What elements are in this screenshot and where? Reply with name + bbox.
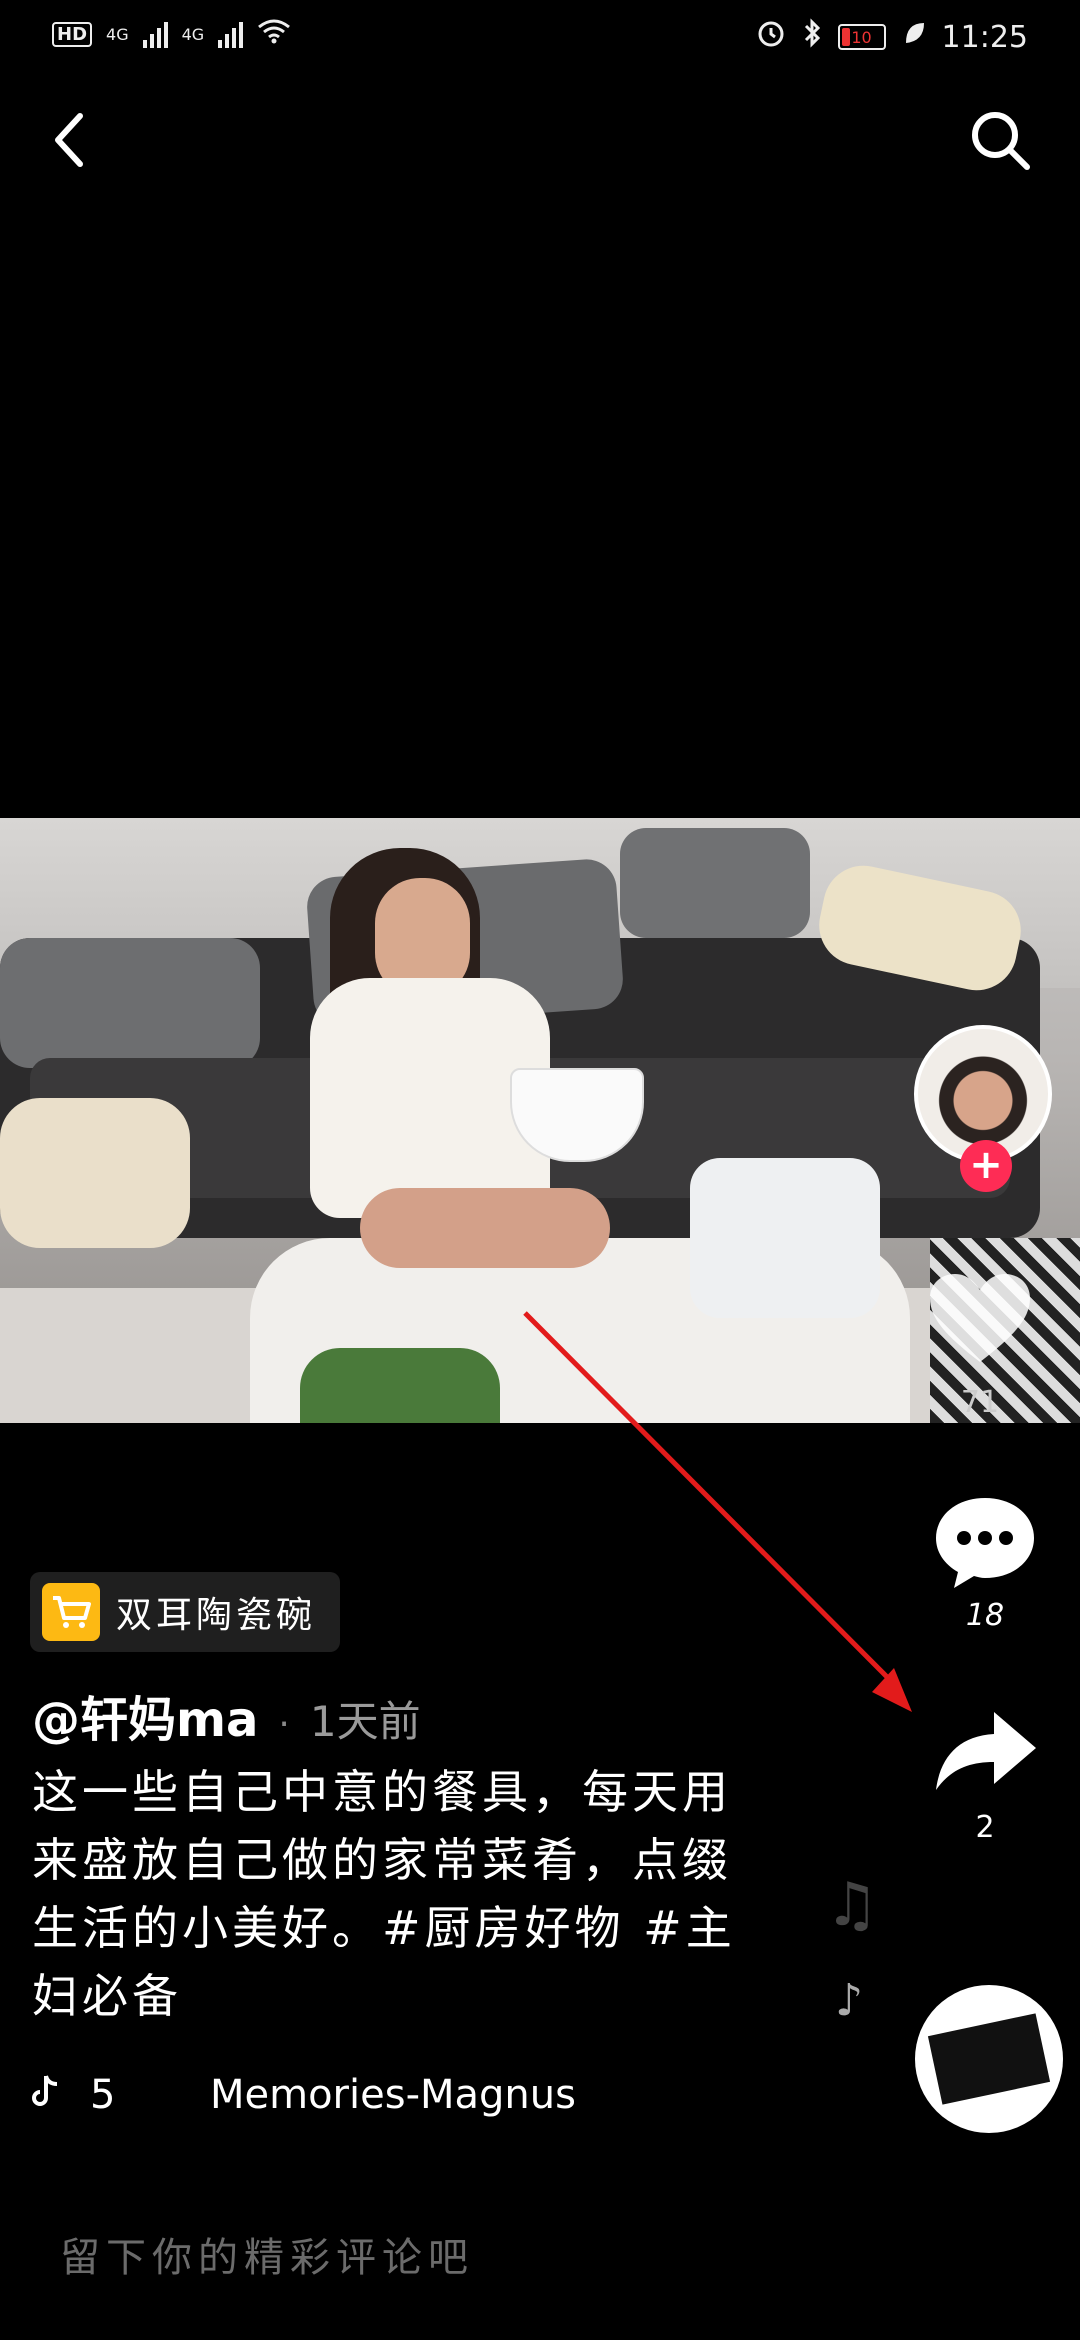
- video-scene-cushion: [0, 1098, 190, 1248]
- signal-icon-2: [218, 20, 244, 48]
- signal-icon: [142, 20, 168, 48]
- search-button[interactable]: [960, 100, 1040, 180]
- battery-icon: 10: [837, 24, 886, 50]
- back-arrow-icon: [55, 113, 83, 167]
- share-button[interactable]: [930, 1700, 1040, 1800]
- video-scene-plant: [300, 1348, 500, 1423]
- leaf-icon: [902, 19, 926, 55]
- share-count: 2: [975, 1810, 995, 1845]
- music-note-icon: ♫: [825, 1870, 879, 1940]
- hd-indicator: HD: [52, 21, 93, 47]
- post-time: 1天前: [309, 1697, 421, 1746]
- comment-count: 18: [965, 1598, 1005, 1633]
- clock-time: 11:25: [941, 19, 1028, 55]
- status-bar: HD 4G 4G 10 11:25: [0, 0, 1080, 80]
- author-row: @轩妈ma · 1天前: [32, 1680, 421, 1750]
- search-icon: [972, 112, 1030, 170]
- like-button[interactable]: [920, 1270, 1040, 1380]
- share-icon: [936, 1712, 1036, 1790]
- music-disc-button[interactable]: [915, 1985, 1063, 2133]
- product-label: 双耳陶瓷碗: [116, 1595, 317, 1636]
- back-button[interactable]: [40, 100, 100, 180]
- music-count: 5: [90, 2072, 116, 2118]
- heart-icon: [930, 1274, 1030, 1362]
- video-player[interactable]: [0, 818, 1080, 1423]
- video-scene-person-legs: [360, 1188, 610, 1268]
- battery-level: 10: [851, 27, 872, 47]
- network-label-2: 4G: [181, 24, 205, 44]
- video-caption[interactable]: 这一些自己中意的餐具，每天用来盛放自己做的家常菜肴，点缀生活的小美好。#厨房好物…: [32, 1758, 772, 2030]
- music-album-cover: [927, 2013, 1051, 2105]
- alarm-icon: [756, 18, 786, 56]
- network-label-1: 4G: [106, 24, 129, 44]
- video-scene-package: [690, 1158, 880, 1318]
- cart-icon: [42, 1583, 100, 1641]
- comment-icon: [936, 1498, 1034, 1588]
- like-count: 71: [960, 1385, 1000, 1420]
- music-row[interactable]: 5 Memories-Magnus: [30, 2072, 576, 2118]
- separator-dot: ·: [278, 1704, 290, 1745]
- video-scene-pillow: [0, 938, 260, 1068]
- video-scene-pillow: [620, 828, 810, 938]
- tiktok-icon: [30, 2074, 60, 2117]
- product-tag[interactable]: 双耳陶瓷碗: [30, 1572, 341, 1652]
- status-left: HD 4G 4G: [52, 18, 291, 50]
- author-name[interactable]: @轩妈ma: [32, 1680, 258, 1750]
- comment-button[interactable]: [930, 1490, 1040, 1590]
- wifi-icon: [257, 18, 291, 50]
- status-right: 10 11:25: [756, 18, 1028, 56]
- comment-input[interactable]: 留下你的精彩评论吧: [60, 2225, 474, 2283]
- bluetooth-icon: [802, 18, 822, 56]
- music-note-icon: ♪: [835, 1975, 864, 2026]
- music-name: Memories-Magnus: [210, 2072, 576, 2118]
- follow-button[interactable]: +: [960, 1140, 1012, 1192]
